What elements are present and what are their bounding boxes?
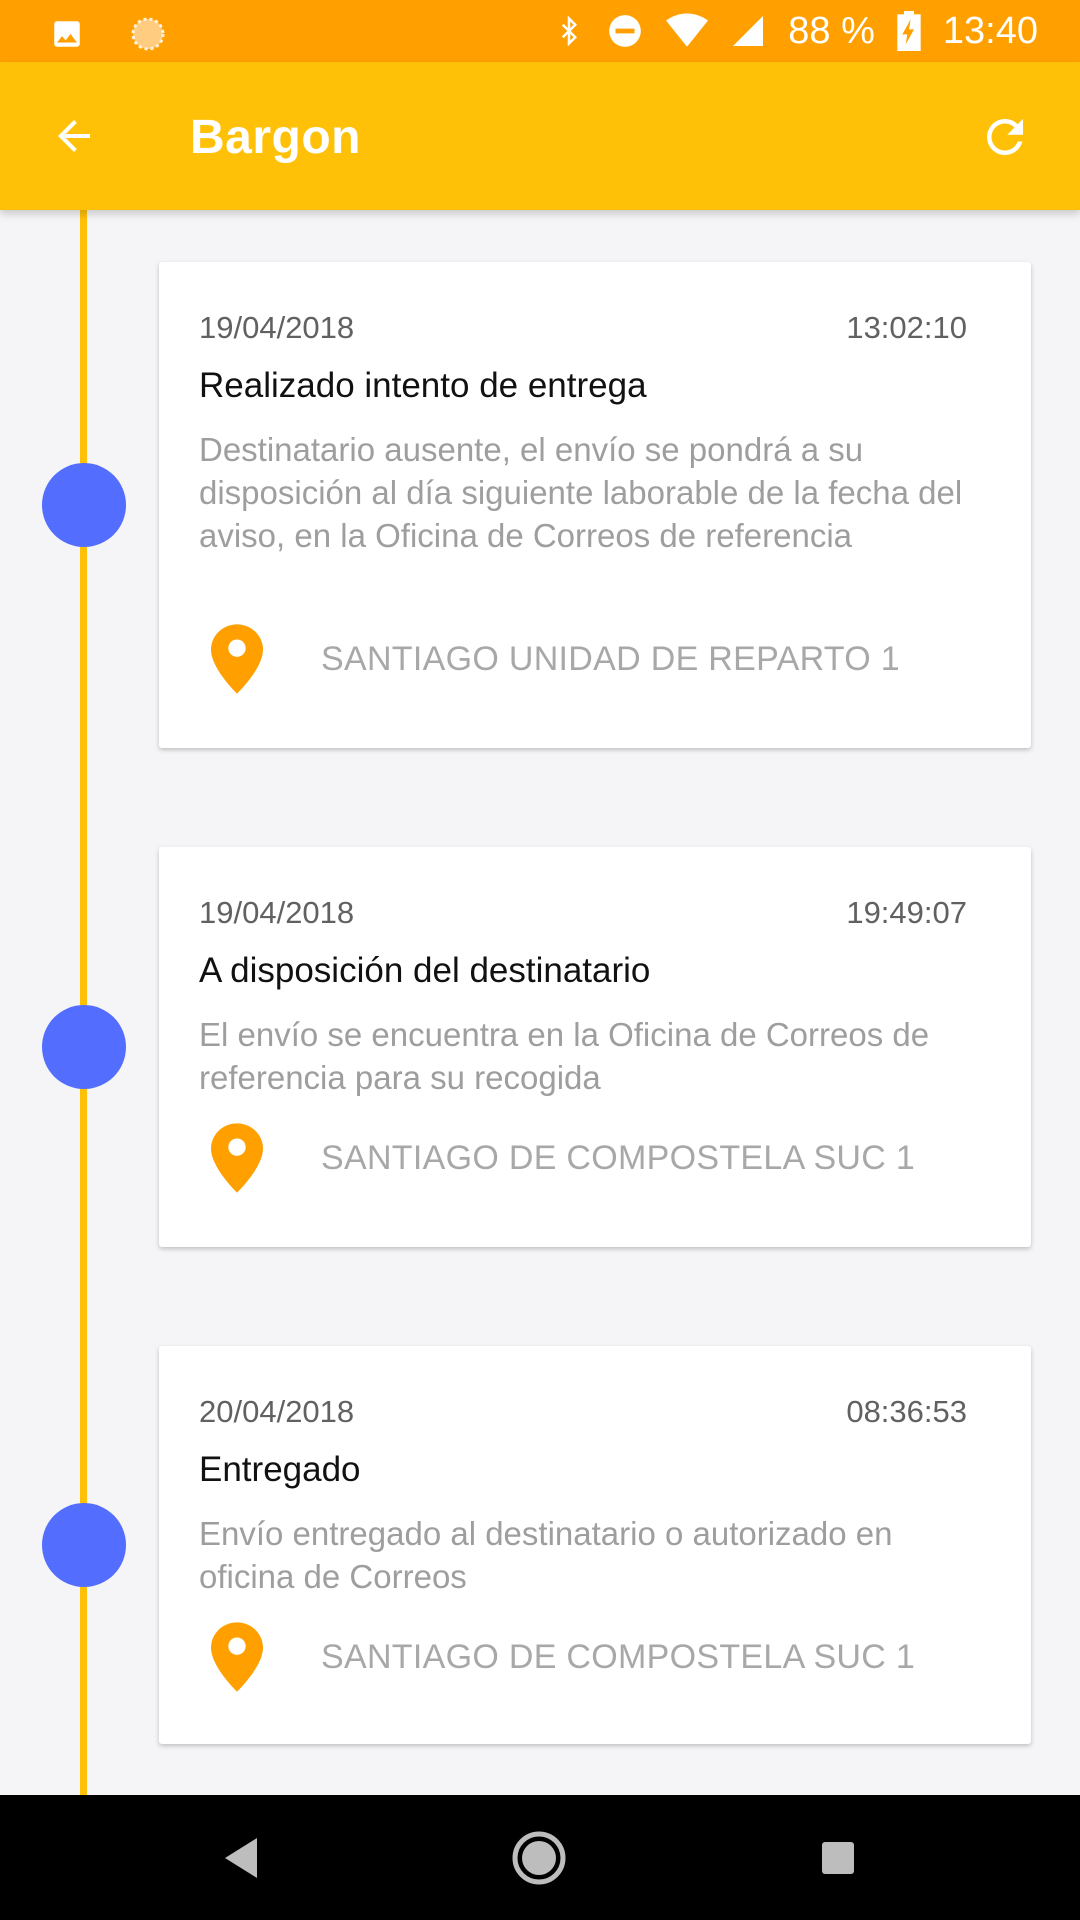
event-location: SANTIAGO DE COMPOSTELA SUC 1	[211, 1123, 915, 1193]
status-bar: 88 % 13:40	[0, 0, 1080, 62]
event-date: 19/04/2018	[199, 310, 355, 345]
timeline-dot	[42, 1503, 126, 1587]
arrow-back-icon[interactable]	[44, 106, 104, 166]
event-status: A disposición del destinatario	[199, 951, 651, 990]
event-date: 19/04/2018	[199, 895, 355, 930]
page-title: Bargon	[190, 111, 361, 164]
event-time: 19:49:07	[846, 895, 967, 930]
nav-home-icon[interactable]	[504, 1823, 574, 1893]
system-nav-bar	[0, 1795, 1080, 1920]
event-time: 08:36:53	[846, 1394, 967, 1429]
wifi-icon	[666, 13, 709, 49]
app-bar: Bargon	[0, 62, 1080, 210]
location-pin-icon	[211, 624, 263, 694]
battery-charging-icon	[897, 11, 921, 51]
image-icon	[50, 17, 84, 56]
bluetooth-icon	[554, 12, 584, 50]
timeline-dot	[42, 1005, 126, 1089]
battery-text: 88 %	[788, 9, 875, 52]
refresh-icon[interactable]	[970, 102, 1040, 172]
signal-icon	[730, 13, 766, 49]
nav-back-icon[interactable]	[206, 1823, 276, 1893]
event-status: Realizado intento de entrega	[199, 366, 647, 405]
event-description: Envío entregado al destinatario o autori…	[199, 1515, 893, 1595]
clock: 13:40	[942, 9, 1038, 52]
event-location: SANTIAGO UNIDAD DE REPARTO 1	[211, 624, 900, 694]
do-not-disturb-icon	[606, 12, 644, 50]
tracking-event-card[interactable]: 19/04/2018 19:49:07 A disposición del de…	[159, 847, 1031, 1247]
location-pin-icon	[211, 1123, 263, 1193]
event-time: 13:02:10	[846, 310, 967, 345]
timeline-dot	[42, 463, 126, 547]
tracking-event-card[interactable]: 19/04/2018 13:02:10 Realizado intento de…	[159, 262, 1031, 748]
event-date: 20/04/2018	[199, 1394, 355, 1429]
event-location: SANTIAGO DE COMPOSTELA SUC 1	[211, 1622, 915, 1692]
tracking-event-card[interactable]: 20/04/2018 08:36:53 Entregado Envío entr…	[159, 1346, 1031, 1744]
event-status: Entregado	[199, 1450, 361, 1489]
location-pin-icon	[211, 1622, 263, 1692]
event-description: Destinatario ausente, el envío se pondrá…	[199, 431, 963, 554]
location-name: SANTIAGO DE COMPOSTELA SUC 1	[321, 1138, 916, 1177]
nav-recents-icon[interactable]	[803, 1823, 873, 1893]
event-description: El envío se encuentra en la Oficina de C…	[199, 1016, 930, 1096]
location-name: SANTIAGO DE COMPOSTELA SUC 1	[321, 1637, 916, 1676]
brightness-icon	[128, 14, 168, 59]
location-name: SANTIAGO UNIDAD DE REPARTO 1	[321, 639, 900, 678]
